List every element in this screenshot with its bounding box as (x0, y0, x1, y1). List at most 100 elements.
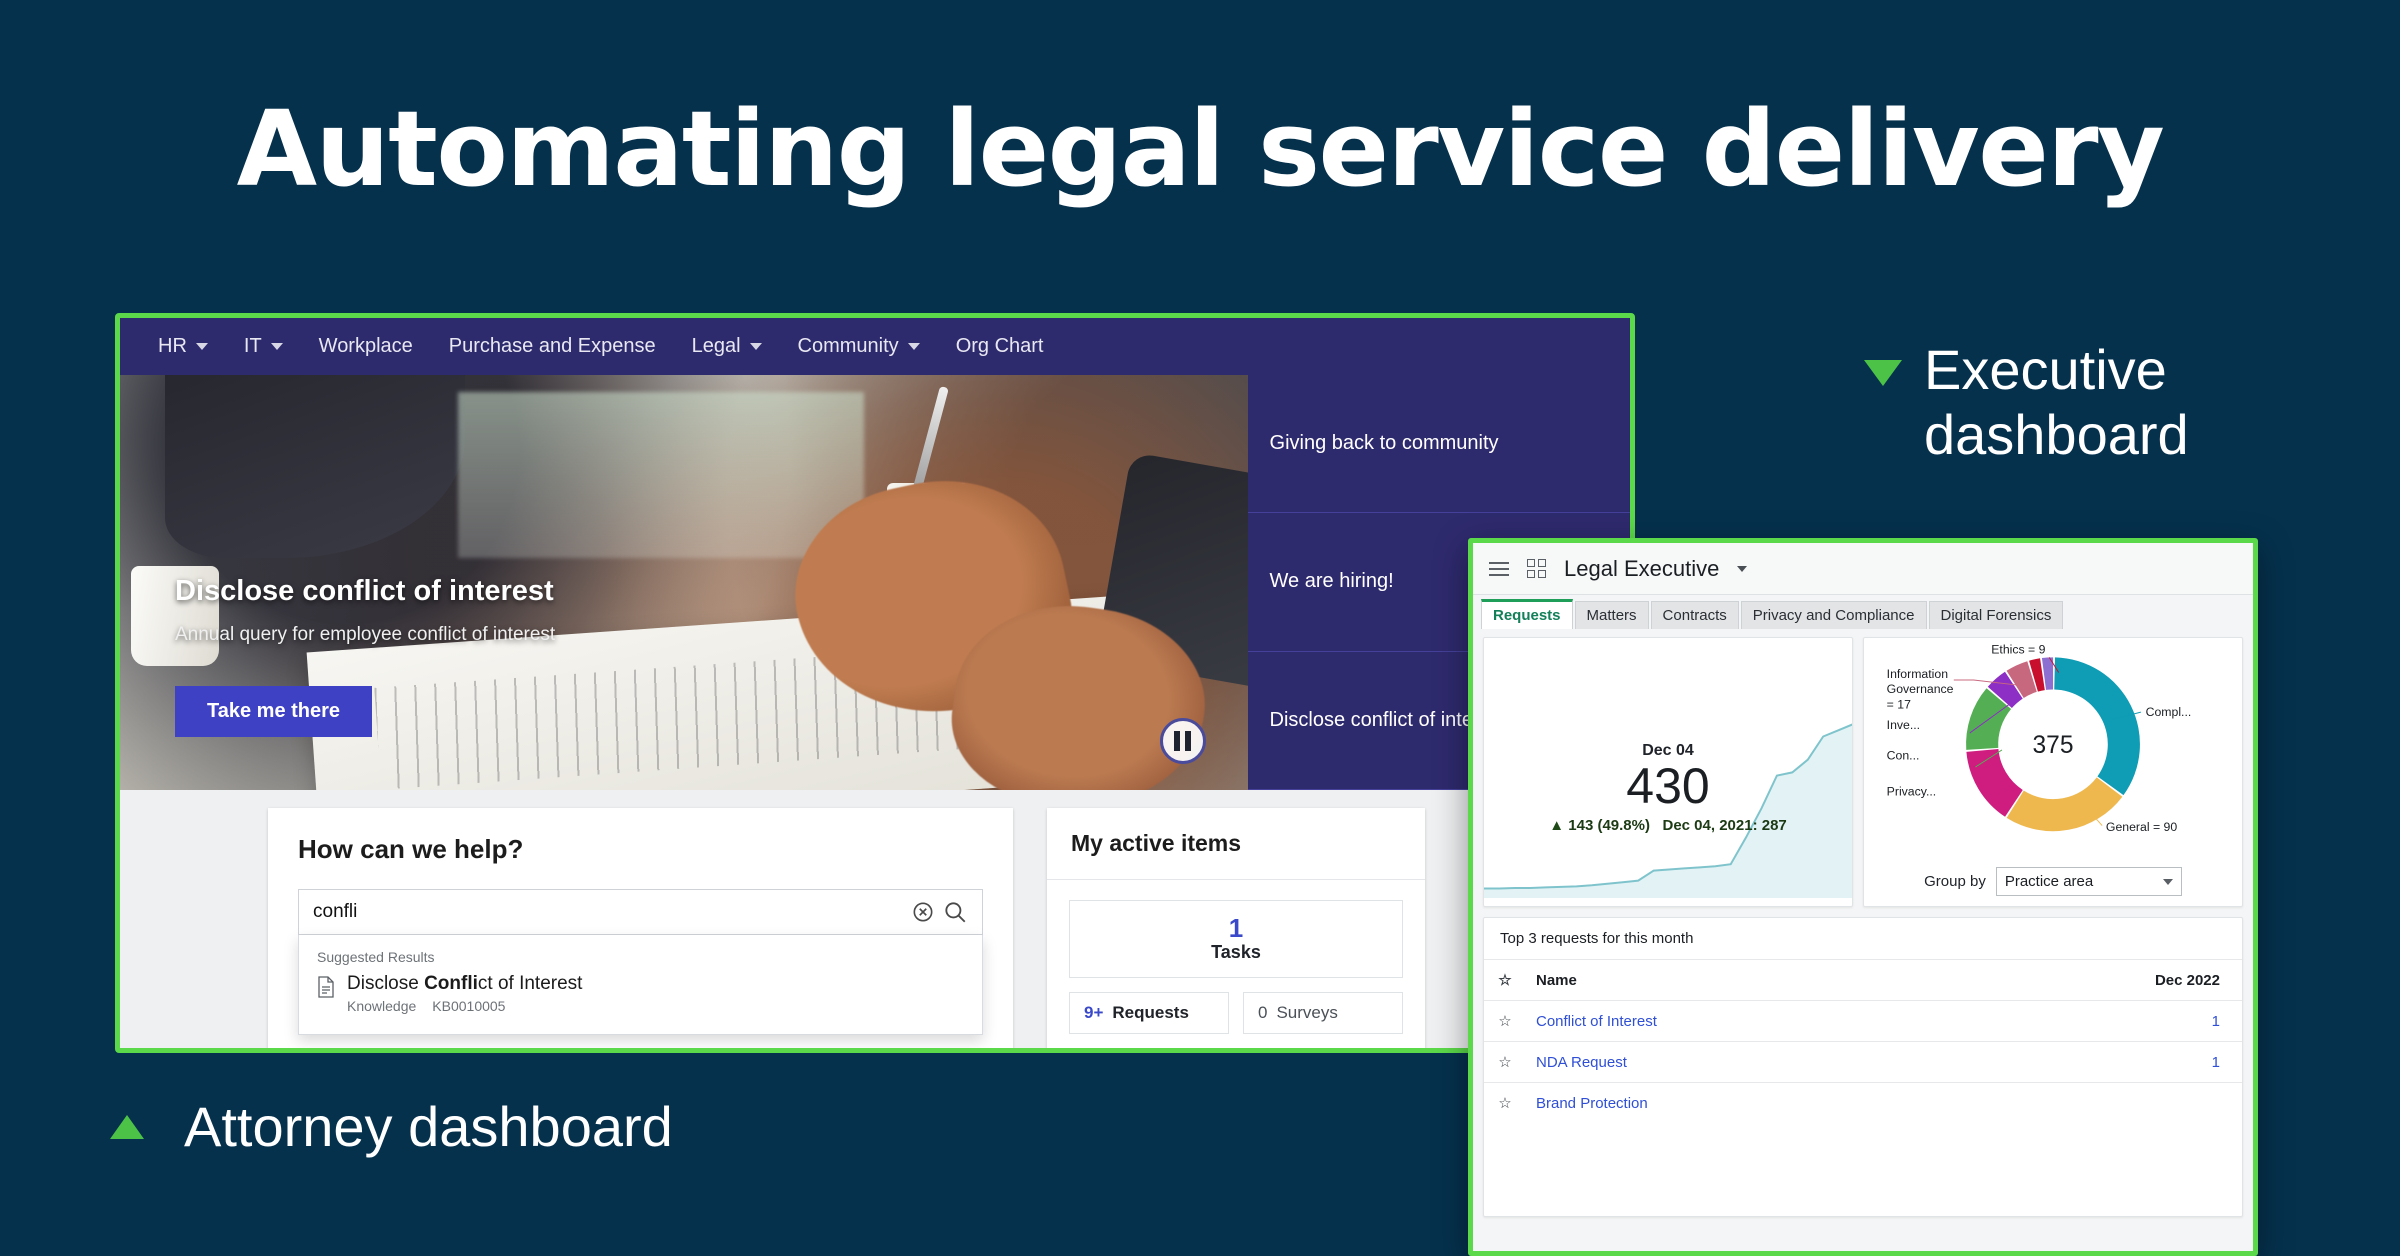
chevron-down-icon[interactable] (1737, 565, 1748, 572)
executive-callout-line2: dashboard (1924, 402, 2189, 466)
chevron-down-icon (2162, 878, 2173, 885)
tab-contracts[interactable]: Contracts (1650, 601, 1739, 629)
donut-label-privacy: Privacy... (1887, 784, 1937, 798)
requests-trend-chart: Dec 04 430 ▲ 143 (49.8%) Dec 04, 2021: 2… (1483, 637, 1853, 907)
practice-area-donut-chart: 375 Compl... General = 90 Privacy... Con… (1863, 637, 2243, 907)
table-row[interactable]: ☆ NDA Request 1 (1484, 1041, 2242, 1083)
table-row[interactable]: ☆ Conflict of Interest 1 (1484, 1000, 2242, 1042)
my-active-items-body: 1 Tasks 9+ Requests 0 Surveys (1047, 880, 1425, 1053)
nav-item-hr[interactable]: HR (140, 335, 226, 358)
suggestion-number: KB0010005 (432, 998, 506, 1014)
search-area: Suggested Results Disclose Conflict of I… (298, 889, 983, 1035)
requests-count: 9+ (1084, 1003, 1104, 1022)
search-icon[interactable] (942, 899, 968, 925)
group-by-select[interactable]: Practice area (1995, 867, 2182, 896)
trend-metric: Dec 04 430 ▲ 143 (49.8%) Dec 04, 2021: 2… (1484, 742, 1852, 834)
triangle-up-icon: ▲ (1549, 816, 1565, 834)
tile-surveys[interactable]: 0 Surveys (1243, 992, 1403, 1034)
trend-value: 430 (1626, 758, 1710, 814)
tile-tasks[interactable]: 1 Tasks (1069, 900, 1403, 978)
trend-comparison-label: Dec 04, 2021: 287 (1662, 816, 1787, 834)
leader-infogov (1953, 679, 2023, 687)
nav-item-legal[interactable]: Legal (674, 335, 780, 358)
tab-matters[interactable]: Matters (1574, 601, 1649, 629)
hero-heading: Disclose conflict of interest (175, 575, 554, 607)
tile-todays-reservations[interactable]: 0 Today's Reservati... (1069, 1048, 1229, 1053)
clear-circle-icon[interactable] (910, 899, 936, 925)
star-icon[interactable]: ☆ (1484, 1041, 1526, 1083)
exec-window-title: Legal Executive (1564, 555, 1720, 581)
group-by-value: Practice area (2004, 873, 2094, 890)
donut-slice-compl[interactable] (2054, 657, 2140, 796)
donut-label-inve: Inve... (1887, 718, 1920, 732)
executive-dashboard-callout: Executive dashboard (1864, 338, 2294, 468)
pause-icon[interactable] (1159, 718, 1206, 764)
star-icon[interactable]: ☆ (1484, 959, 1526, 1001)
help-title: How can we help? (298, 834, 524, 864)
top-requests-panel: Top 3 requests for this month ☆ Name Dec… (1483, 917, 2243, 1217)
donut-svg: 375 Compl... General = 90 Privacy... Con… (1887, 643, 2192, 835)
surveys-label: Surveys (1276, 1003, 1338, 1022)
row-value: 1 (1949, 1000, 2242, 1042)
nav-item-org-chart[interactable]: Org Chart (938, 335, 1062, 358)
nav-item-it[interactable]: IT (226, 335, 301, 358)
donut-label-general: General = 90 (2106, 820, 2177, 834)
portal-body: How can we help? Suggested Results (120, 790, 1630, 1053)
tile-row-2: 0 Today's Reservati... 0 Journeys (1069, 1048, 1403, 1053)
take-me-there-button[interactable]: Take me there (175, 686, 373, 737)
executive-dashboard-window: Legal Executive Requests Matters Contrac… (1468, 538, 2258, 1256)
star-icon[interactable]: ☆ (1484, 1082, 1526, 1123)
how-can-we-help-card: How can we help? Suggested Results (268, 808, 1013, 1048)
donut-label-ethics: Ethics = 9 (1991, 643, 2045, 657)
top-requests-caption: Top 3 requests for this month (1500, 930, 1694, 947)
chevron-down-icon (195, 343, 208, 350)
donut-label-con: Con... (1887, 748, 1920, 762)
row-name-link[interactable]: NDA Request (1536, 1054, 1627, 1071)
tab-requests[interactable]: Requests (1481, 599, 1573, 629)
nav-label: Legal (691, 335, 741, 357)
suggested-results-dropdown: Suggested Results Disclose Conflict of I… (298, 935, 983, 1035)
tile-journeys[interactable]: 0 Journeys (1243, 1048, 1403, 1053)
tab-privacy-and-compliance[interactable]: Privacy and Compliance (1740, 601, 1927, 629)
attorney-callout-label: Attorney dashboard (184, 1095, 673, 1158)
tab-digital-forensics[interactable]: Digital Forensics (1928, 601, 2064, 629)
nav-item-workplace[interactable]: Workplace (301, 335, 431, 358)
attorney-dashboard-window: HR IT Workplace Purchase and Expense Leg… (115, 313, 1635, 1053)
nav-item-purchase-and-expense[interactable]: Purchase and Expense (431, 335, 674, 358)
row-name: NDA Request (1526, 1041, 1950, 1083)
trend-delta-label: 143 (49.8%) (1568, 816, 1650, 834)
executive-callout-line1: Executive (1924, 338, 2167, 401)
my-active-items-title: My active items (1047, 808, 1425, 880)
suggestion-suffix: ct of Interest (477, 973, 583, 994)
attorney-dashboard-callout: Attorney dashboard (110, 1094, 673, 1159)
hero-card-giving-back[interactable]: Giving back to community (1247, 375, 1630, 514)
column-header-name[interactable]: Name (1526, 959, 1950, 1001)
row-name-link[interactable]: Conflict of Interest (1536, 1013, 1657, 1030)
nav-label: Community (797, 335, 899, 357)
table-row[interactable]: ☆ Brand Protection (1484, 1082, 2242, 1123)
hero-copy: Disclose conflict of interest Annual que… (175, 575, 555, 737)
triangle-up-icon (110, 1114, 144, 1139)
donut-label-compl: Compl... (2146, 705, 2192, 719)
donut-label-infogov-2: Governance (1887, 682, 1954, 696)
nav-item-community[interactable]: Community (780, 335, 938, 358)
row-value: 1 (1949, 1041, 2242, 1083)
triangle-down-icon (1864, 360, 1902, 386)
photo-figure-left (165, 375, 466, 559)
top-requests-table: ☆ Name Dec 2022 ☆ Conflict of Interest 1… (1484, 959, 2242, 1123)
hamburger-icon[interactable] (1489, 561, 1509, 576)
hero-subheading: Annual query for employee conflict of in… (175, 624, 556, 645)
donut-label-infogov-3: = 17 (1887, 697, 1911, 711)
search-box[interactable] (298, 889, 983, 935)
grid-apps-icon[interactable] (1527, 559, 1546, 578)
suggestion-item[interactable]: Disclose Conflict of Interest Knowledge … (317, 973, 964, 1014)
column-header-dec-2022[interactable]: Dec 2022 (1949, 959, 2242, 1001)
nav-label: Org Chart (955, 335, 1044, 357)
exec-tabs: Requests Matters Contracts Privacy and C… (1473, 595, 2253, 629)
star-icon[interactable]: ☆ (1484, 1000, 1526, 1042)
row-name-link[interactable]: Brand Protection (1536, 1095, 1648, 1112)
search-input[interactable] (313, 901, 904, 923)
tile-requests[interactable]: 9+ Requests (1069, 992, 1229, 1034)
row-name: Brand Protection (1526, 1082, 1950, 1123)
requests-label: Requests (1112, 1003, 1189, 1022)
